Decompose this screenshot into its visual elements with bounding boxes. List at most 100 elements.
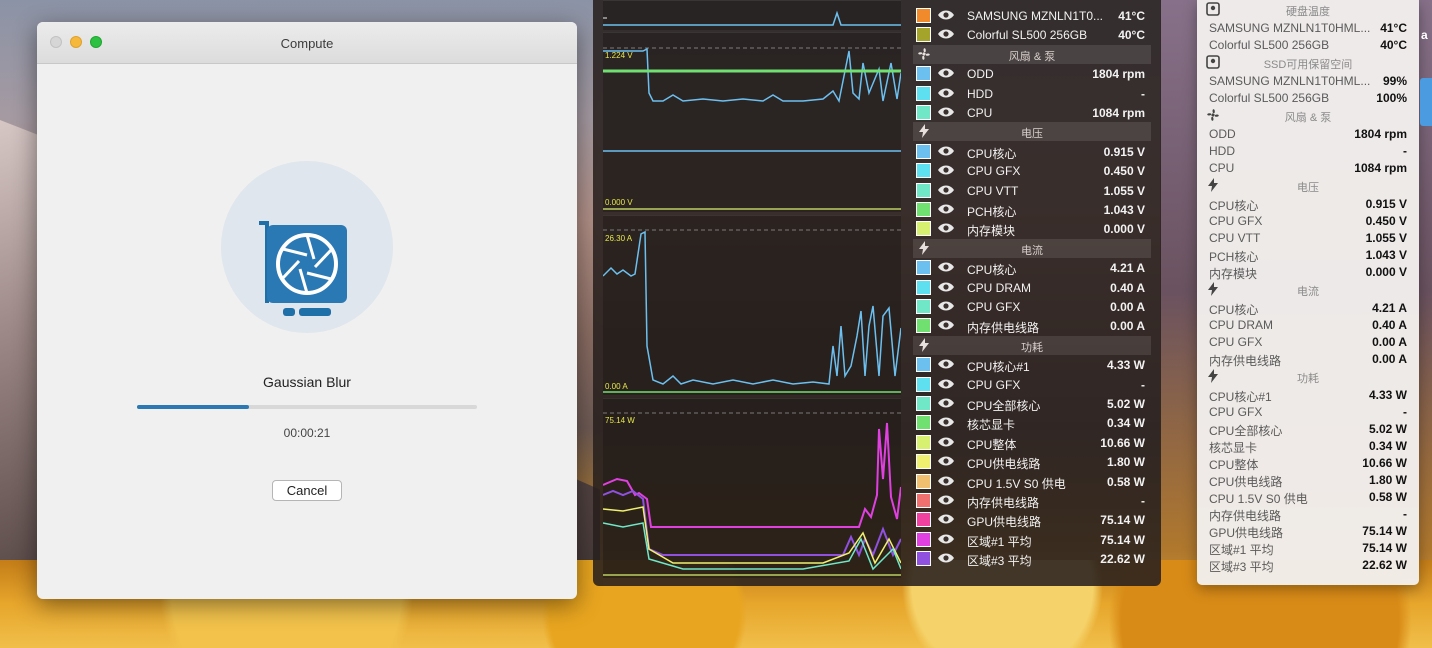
sensor-row[interactable]: CPU全部核心 5.02 W bbox=[913, 394, 1151, 413]
eye-icon[interactable] bbox=[937, 475, 955, 487]
eye-icon[interactable] bbox=[937, 494, 955, 506]
color-swatch[interactable] bbox=[916, 376, 931, 392]
sensor-row[interactable]: CPU供电线路 1.80 W bbox=[913, 452, 1151, 471]
color-swatch[interactable] bbox=[916, 8, 931, 23]
dropdown-row[interactable]: CPU GFX - bbox=[1197, 403, 1419, 420]
sensor-row[interactable]: PCH核心 1.043 V bbox=[913, 200, 1151, 219]
eye-icon[interactable] bbox=[937, 203, 955, 215]
sensor-row[interactable]: CPU GFX 0.00 A bbox=[913, 297, 1151, 316]
dropdown-row[interactable]: Colorful SL500 256GB 100% bbox=[1197, 89, 1419, 106]
dock-app-tile[interactable] bbox=[1420, 78, 1432, 126]
dropdown-row[interactable]: CPU GFX 0.00 A bbox=[1197, 333, 1419, 350]
color-swatch[interactable] bbox=[916, 396, 931, 411]
color-swatch[interactable] bbox=[916, 221, 931, 237]
color-swatch[interactable] bbox=[916, 27, 931, 43]
color-swatch[interactable] bbox=[916, 415, 931, 431]
color-swatch[interactable] bbox=[916, 493, 931, 508]
eye-icon[interactable] bbox=[937, 397, 955, 409]
dropdown-row[interactable]: 区域#3 平均 22.62 W bbox=[1197, 556, 1419, 574]
eye-icon[interactable] bbox=[937, 222, 955, 234]
sensor-row[interactable]: CPU核心 4.21 A bbox=[913, 258, 1151, 277]
color-swatch[interactable] bbox=[916, 551, 931, 567]
eye-icon[interactable] bbox=[937, 281, 955, 293]
sensor-row[interactable]: CPU核心 0.915 V bbox=[913, 142, 1151, 161]
eye-icon[interactable] bbox=[937, 9, 955, 21]
dropdown-row[interactable]: CPU 1084 rpm bbox=[1197, 159, 1419, 176]
color-swatch[interactable] bbox=[916, 260, 931, 276]
dropdown-row[interactable]: 内存模块 0.000 V bbox=[1197, 263, 1419, 281]
dropdown-row[interactable]: CPU VTT 1.055 V bbox=[1197, 229, 1419, 246]
sensor-row[interactable]: CPU GFX - bbox=[913, 375, 1151, 394]
sensor-row[interactable]: CPU GFX 0.450 V bbox=[913, 161, 1151, 180]
eye-icon[interactable] bbox=[937, 552, 955, 564]
dropdown-row[interactable]: 区域#1 平均 75.14 W bbox=[1197, 539, 1419, 557]
sensor-row[interactable]: 区域#1 平均 75.14 W bbox=[913, 530, 1151, 549]
dropdown-row[interactable]: CPU核心 4.21 A bbox=[1197, 299, 1419, 317]
cancel-button[interactable]: Cancel bbox=[272, 480, 342, 501]
sensor-row[interactable]: 区域#3 平均 22.62 W bbox=[913, 549, 1151, 568]
dropdown-row[interactable]: GPU供电线路 75.14 W bbox=[1197, 522, 1419, 540]
sensor-row[interactable]: 内存供电线路 - bbox=[913, 491, 1151, 510]
eye-icon[interactable] bbox=[937, 28, 955, 40]
eye-icon[interactable] bbox=[937, 145, 955, 157]
dropdown-row[interactable]: CPU 1.5V S0 供电 0.58 W bbox=[1197, 488, 1419, 506]
dropdown-row[interactable]: CPU核心 0.915 V bbox=[1197, 195, 1419, 213]
eye-icon[interactable] bbox=[937, 261, 955, 273]
dropdown-row[interactable]: Colorful SL500 256GB 40°C bbox=[1197, 36, 1419, 53]
sensor-row[interactable]: 内存供电线路 0.00 A bbox=[913, 316, 1151, 335]
sensor-row[interactable]: GPU供电线路 75.14 W bbox=[913, 510, 1151, 529]
color-swatch[interactable] bbox=[916, 85, 931, 101]
color-swatch[interactable] bbox=[916, 202, 931, 217]
color-swatch[interactable] bbox=[916, 279, 931, 295]
eye-icon[interactable] bbox=[937, 436, 955, 448]
dropdown-row[interactable]: SAMSUNG MZNLN1T0HML... 41°C bbox=[1197, 19, 1419, 36]
color-swatch[interactable] bbox=[916, 66, 931, 82]
dropdown-row[interactable]: CPU整体 10.66 W bbox=[1197, 454, 1419, 472]
dropdown-row[interactable]: CPU全部核心 5.02 W bbox=[1197, 420, 1419, 438]
sensor-row[interactable]: CPU VTT 1.055 V bbox=[913, 181, 1151, 200]
eye-icon[interactable] bbox=[937, 106, 955, 118]
sensor-row[interactable]: SAMSUNG MZNLN1T0... 41°C bbox=[913, 6, 1151, 25]
dropdown-row[interactable]: 内存供电线路 - bbox=[1197, 505, 1419, 523]
color-swatch[interactable] bbox=[916, 357, 931, 373]
eye-icon[interactable] bbox=[937, 378, 955, 390]
dropdown-row[interactable]: CPU核心#1 4.33 W bbox=[1197, 386, 1419, 404]
eye-icon[interactable] bbox=[937, 67, 955, 79]
dropdown-row[interactable]: 核芯显卡 0.34 W bbox=[1197, 437, 1419, 455]
sensor-row[interactable]: CPU 1084 rpm bbox=[913, 103, 1151, 122]
eye-icon[interactable] bbox=[937, 513, 955, 525]
dropdown-row[interactable]: CPU GFX 0.450 V bbox=[1197, 212, 1419, 229]
dropdown-row[interactable]: SAMSUNG MZNLN1T0HML... 99% bbox=[1197, 72, 1419, 89]
color-swatch[interactable] bbox=[916, 143, 931, 159]
dropdown-row[interactable]: 内存供电线路 0.00 A bbox=[1197, 350, 1419, 368]
sensor-row[interactable]: CPU核心#1 4.33 W bbox=[913, 355, 1151, 374]
sensor-row[interactable]: CPU 1.5V S0 供电 0.58 W bbox=[913, 472, 1151, 491]
color-swatch[interactable] bbox=[916, 454, 931, 470]
eye-icon[interactable] bbox=[937, 455, 955, 467]
dropdown-row[interactable]: ODD 1804 rpm bbox=[1197, 125, 1419, 142]
sensor-row[interactable]: 内存模块 0.000 V bbox=[913, 219, 1151, 238]
sensor-row[interactable]: Colorful SL500 256GB 40°C bbox=[913, 25, 1151, 44]
eye-icon[interactable] bbox=[937, 358, 955, 370]
sensor-row[interactable]: CPU DRAM 0.40 A bbox=[913, 278, 1151, 297]
color-swatch[interactable] bbox=[916, 318, 931, 334]
sensor-row[interactable]: HDD - bbox=[913, 84, 1151, 103]
eye-icon[interactable] bbox=[937, 164, 955, 176]
sensor-row[interactable]: CPU整体 10.66 W bbox=[913, 433, 1151, 452]
dropdown-row[interactable]: PCH核心 1.043 V bbox=[1197, 246, 1419, 264]
color-swatch[interactable] bbox=[916, 105, 931, 120]
eye-icon[interactable] bbox=[937, 319, 955, 331]
color-swatch[interactable] bbox=[916, 299, 931, 314]
sensor-row[interactable]: 核芯显卡 0.34 W bbox=[913, 413, 1151, 432]
dropdown-row[interactable]: CPU DRAM 0.40 A bbox=[1197, 316, 1419, 333]
eye-icon[interactable] bbox=[937, 300, 955, 312]
color-swatch[interactable] bbox=[916, 182, 931, 198]
color-swatch[interactable] bbox=[916, 473, 931, 489]
window-titlebar[interactable]: Compute bbox=[37, 22, 577, 64]
color-swatch[interactable] bbox=[916, 434, 931, 450]
sensor-row[interactable]: ODD 1804 rpm bbox=[913, 64, 1151, 83]
eye-icon[interactable] bbox=[937, 184, 955, 196]
color-swatch[interactable] bbox=[916, 531, 931, 547]
color-swatch[interactable] bbox=[916, 163, 931, 179]
dropdown-row[interactable]: CPU供电线路 1.80 W bbox=[1197, 471, 1419, 489]
